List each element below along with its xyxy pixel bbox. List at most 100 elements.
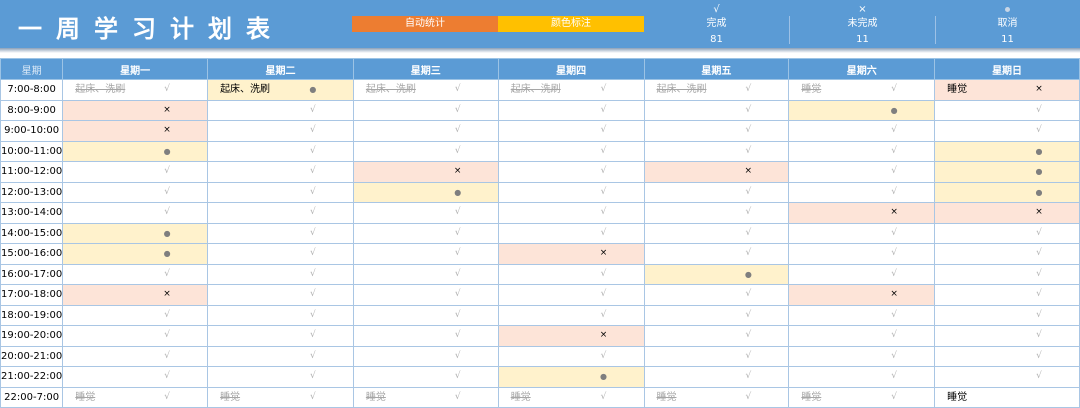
schedule-cell[interactable]: √	[497, 161, 645, 183]
schedule-cell[interactable]: √	[207, 202, 354, 224]
schedule-cell[interactable]: √	[643, 120, 790, 142]
schedule-cell[interactable]: ×	[497, 243, 645, 265]
schedule-cell[interactable]: √	[352, 304, 499, 326]
schedule-cell[interactable]: √	[643, 325, 790, 347]
schedule-cell[interactable]: √	[352, 284, 499, 306]
schedule-cell[interactable]: √	[788, 366, 936, 388]
schedule-cell[interactable]: √	[934, 99, 1080, 121]
schedule-cell[interactable]: √	[643, 243, 790, 265]
schedule-cell[interactable]: √	[788, 325, 936, 347]
schedule-cell[interactable]: ●	[934, 181, 1080, 203]
schedule-cell[interactable]: √	[207, 222, 354, 244]
schedule-cell[interactable]: √	[497, 304, 645, 326]
schedule-cell[interactable]: √	[934, 345, 1080, 367]
schedule-cell[interactable]: √	[497, 263, 645, 285]
schedule-cell[interactable]: 睡觉 √	[207, 386, 354, 408]
schedule-cell[interactable]: √	[352, 325, 499, 347]
schedule-cell[interactable]: √	[207, 181, 354, 203]
schedule-cell[interactable]: √	[207, 304, 354, 326]
schedule-cell[interactable]: √	[497, 120, 645, 142]
schedule-cell[interactable]: √	[497, 284, 645, 306]
schedule-cell[interactable]: ×	[643, 161, 790, 183]
schedule-cell[interactable]: √	[934, 263, 1080, 285]
schedule-cell[interactable]: ●	[352, 181, 499, 203]
schedule-cell[interactable]: ×	[62, 120, 209, 142]
schedule-cell[interactable]: 睡觉 √	[497, 386, 645, 408]
schedule-cell[interactable]: √	[352, 140, 499, 162]
schedule-cell[interactable]: √	[788, 345, 936, 367]
schedule-cell[interactable]: √	[788, 304, 936, 326]
schedule-cell[interactable]: √	[934, 284, 1080, 306]
schedule-cell[interactable]: √	[643, 284, 790, 306]
schedule-cell[interactable]: √	[352, 120, 499, 142]
schedule-cell[interactable]: √	[62, 202, 209, 224]
schedule-cell[interactable]: √	[643, 202, 790, 224]
schedule-cell[interactable]: ×	[934, 202, 1080, 224]
schedule-cell[interactable]: 起床、洗刷 √	[352, 79, 499, 101]
schedule-cell[interactable]: √	[207, 99, 354, 121]
schedule-cell[interactable]: 睡觉 √	[788, 79, 936, 101]
schedule-cell[interactable]: ●	[934, 140, 1080, 162]
schedule-cell[interactable]: ×	[62, 284, 209, 306]
schedule-cell[interactable]: √	[497, 140, 645, 162]
schedule-cell[interactable]: √	[352, 202, 499, 224]
schedule-cell[interactable]: √	[643, 366, 790, 388]
schedule-cell[interactable]: √	[497, 202, 645, 224]
schedule-cell[interactable]: √	[62, 161, 209, 183]
schedule-cell[interactable]: ●	[788, 99, 936, 121]
schedule-cell[interactable]: √	[788, 120, 936, 142]
schedule-cell[interactable]: 睡觉 √	[352, 386, 499, 408]
schedule-cell[interactable]: √	[62, 366, 209, 388]
schedule-cell[interactable]: ●	[62, 140, 209, 162]
schedule-cell[interactable]: 睡觉 √	[788, 386, 936, 408]
schedule-cell[interactable]: √	[643, 99, 790, 121]
schedule-cell[interactable]: √	[352, 99, 499, 121]
schedule-cell[interactable]: √	[643, 345, 790, 367]
schedule-cell[interactable]: 睡觉	[934, 386, 1080, 408]
schedule-cell[interactable]: √	[934, 304, 1080, 326]
schedule-cell[interactable]: ×	[788, 284, 936, 306]
schedule-cell[interactable]: √	[497, 345, 645, 367]
schedule-cell[interactable]: ×	[497, 325, 645, 347]
schedule-cell[interactable]: ●	[62, 222, 209, 244]
schedule-cell[interactable]: 起床、洗刷 ●	[207, 79, 354, 101]
schedule-cell[interactable]: 睡觉 √	[62, 386, 209, 408]
schedule-cell[interactable]: √	[352, 345, 499, 367]
schedule-cell[interactable]: √	[643, 140, 790, 162]
schedule-cell[interactable]: √	[207, 284, 354, 306]
schedule-cell[interactable]: √	[788, 181, 936, 203]
schedule-cell[interactable]: √	[934, 325, 1080, 347]
schedule-cell[interactable]: √	[788, 140, 936, 162]
schedule-cell[interactable]: √	[207, 366, 354, 388]
schedule-cell[interactable]: √	[62, 181, 209, 203]
schedule-cell[interactable]: √	[497, 181, 645, 203]
schedule-cell[interactable]: √	[352, 243, 499, 265]
schedule-cell[interactable]: √	[62, 345, 209, 367]
schedule-cell[interactable]: √	[207, 345, 354, 367]
schedule-cell[interactable]: ×	[788, 202, 936, 224]
schedule-cell[interactable]: √	[207, 263, 354, 285]
schedule-cell[interactable]: √	[207, 140, 354, 162]
schedule-cell[interactable]: 睡觉 √	[643, 386, 790, 408]
schedule-cell[interactable]: √	[352, 366, 499, 388]
schedule-cell[interactable]: √	[207, 325, 354, 347]
schedule-cell[interactable]: ×	[352, 161, 499, 183]
schedule-cell[interactable]: √	[788, 243, 936, 265]
schedule-cell[interactable]: √	[643, 222, 790, 244]
schedule-cell[interactable]: √	[207, 120, 354, 142]
schedule-cell[interactable]: ●	[934, 161, 1080, 183]
schedule-cell[interactable]: √	[62, 325, 209, 347]
schedule-cell[interactable]: √	[207, 243, 354, 265]
schedule-cell[interactable]: √	[62, 304, 209, 326]
schedule-cell[interactable]: √	[934, 222, 1080, 244]
schedule-cell[interactable]: 起床、洗刷 √	[497, 79, 645, 101]
schedule-cell[interactable]: √	[497, 222, 645, 244]
schedule-cell[interactable]: 起床、洗刷 √	[62, 79, 209, 101]
schedule-cell[interactable]: √	[788, 263, 936, 285]
schedule-cell[interactable]: √	[352, 263, 499, 285]
schedule-cell[interactable]: √	[934, 120, 1080, 142]
schedule-cell[interactable]: √	[934, 366, 1080, 388]
schedule-cell[interactable]: √	[207, 161, 354, 183]
schedule-cell[interactable]: ●	[643, 263, 790, 285]
schedule-cell[interactable]: √	[62, 263, 209, 285]
